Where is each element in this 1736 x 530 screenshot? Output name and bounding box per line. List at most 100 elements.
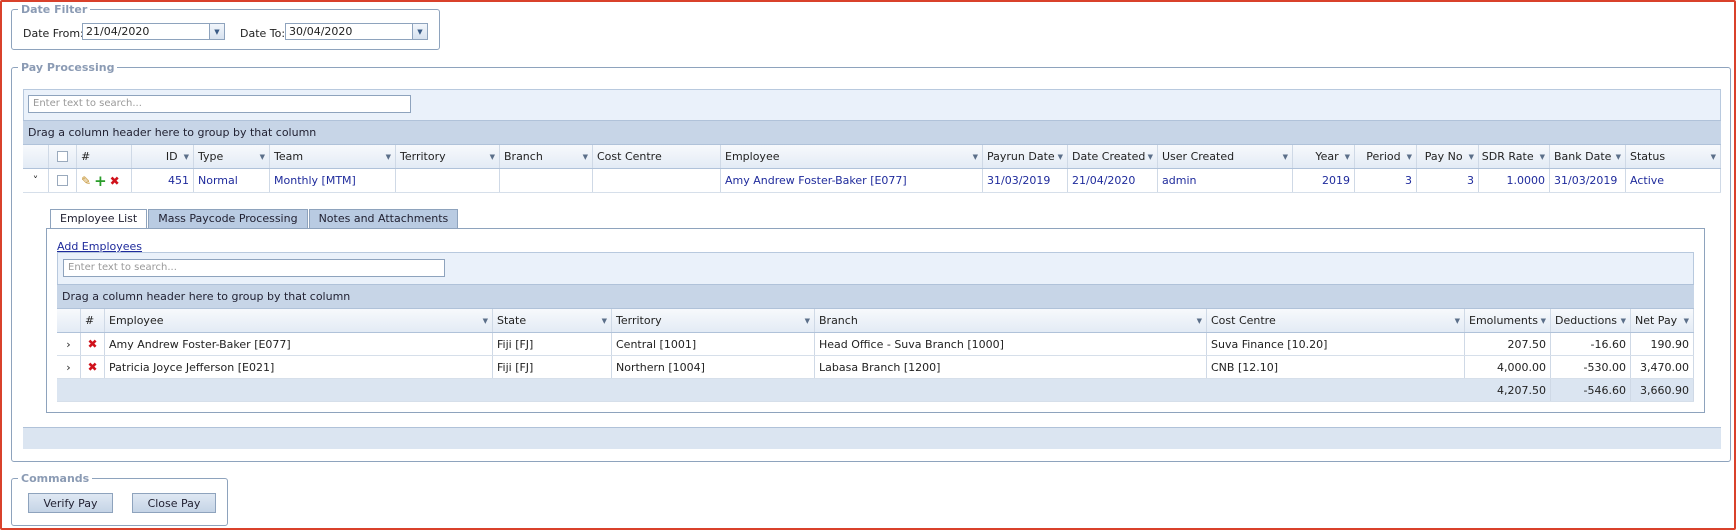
cell-sdr-rate: 1.0000	[1479, 169, 1550, 192]
col-header-bank-date[interactable]: Bank Date ▼	[1550, 145, 1626, 168]
tab-mass-paycode-processing[interactable]: Mass Paycode Processing	[148, 209, 308, 228]
total-emoluments: 4,207.50	[1465, 379, 1551, 401]
col-header-employee[interactable]: Employee ▼	[721, 145, 983, 168]
pay-search-input[interactable]: Enter text to search...	[28, 95, 411, 113]
table-row[interactable]: › ✖ Amy Andrew Foster-Baker [E077] Fiji …	[57, 333, 1694, 356]
expand-col-header	[57, 309, 81, 332]
cell-state: Fiji [FJ]	[493, 356, 612, 378]
chevron-down-icon[interactable]: ˅	[23, 169, 49, 192]
col-header-branch[interactable]: Branch ▼	[500, 145, 593, 168]
detail-tabs: Employee List Mass Paycode Processing No…	[50, 209, 459, 228]
totals-row: 4,207.50 -546.60 3,660.90	[57, 379, 1694, 402]
employee-group-by-bar[interactable]: Drag a column header here to group by th…	[57, 284, 1694, 309]
pay-grid-footer	[23, 427, 1721, 449]
table-row[interactable]: › ✖ Patricia Joyce Jefferson [E021] Fiji…	[57, 356, 1694, 379]
emp-col-header-emoluments[interactable]: Emoluments ▼	[1465, 309, 1551, 332]
cell-type: Normal	[194, 169, 270, 192]
cell-period: 3	[1355, 169, 1417, 192]
filter-icon: ▼	[489, 152, 495, 161]
delete-icon[interactable]: ✖	[110, 174, 120, 188]
col-header-payrun-date[interactable]: Payrun Date ▼	[983, 145, 1068, 168]
cell-employee: Patricia Joyce Jefferson [E021]	[105, 356, 493, 378]
emp-col-header-net-pay[interactable]: Net Pay ▼	[1631, 309, 1694, 332]
date-from-label: Date From:	[23, 27, 84, 40]
col-header-date-created[interactable]: Date Created ▼	[1068, 145, 1158, 168]
totals-spacer	[57, 379, 1465, 401]
cell-date-created: 21/04/2020	[1068, 169, 1158, 192]
filter-icon: ▼	[1282, 152, 1288, 161]
filter-icon: ▼	[1620, 316, 1626, 325]
cell-user-created: admin	[1158, 169, 1293, 192]
cell-deductions: -530.00	[1551, 356, 1631, 378]
commands-legend: Commands	[21, 472, 90, 485]
cell-territory: Northern [1004]	[612, 356, 815, 378]
employee-grid-header: # Employee ▼ State ▼ Territory ▼ Branch ▼ Co…	[57, 309, 1694, 333]
filter-icon: ▼	[1147, 152, 1153, 161]
col-header-hash[interactable]: #	[77, 145, 132, 168]
col-header-territory[interactable]: Territory ▼	[396, 145, 500, 168]
delete-icon[interactable]: ✖	[81, 333, 105, 355]
verify-pay-button[interactable]: Verify Pay	[28, 493, 113, 513]
filter-icon: ▼	[804, 316, 810, 325]
cell-employee: Amy Andrew Foster-Baker [E077]	[105, 333, 493, 355]
filter-icon: ▼	[482, 316, 488, 325]
cell-payrun-date: 31/03/2019	[983, 169, 1068, 192]
cell-state: Fiji [FJ]	[493, 333, 612, 355]
emp-col-header-state[interactable]: State ▼	[493, 309, 612, 332]
table-row[interactable]: ˅ ✎ + ✖ 451 Normal Monthly [MTM] Amy And…	[23, 169, 1721, 193]
col-header-cost-centre[interactable]: Cost Centre	[593, 145, 721, 168]
col-header-year[interactable]: Year ▼	[1293, 145, 1355, 168]
filter-icon: ▼	[972, 152, 978, 161]
filter-icon: ▼	[183, 152, 189, 161]
col-header-user-created[interactable]: User Created ▼	[1158, 145, 1293, 168]
date-to-value: 30/04/2020	[289, 25, 353, 38]
group-by-bar[interactable]: Drag a column header here to group by th…	[23, 120, 1721, 145]
date-to-label: Date To:	[240, 27, 286, 40]
date-to-field[interactable]: 30/04/2020 ▼	[285, 23, 428, 40]
date-from-field[interactable]: 21/04/2020 ▼	[82, 23, 225, 40]
add-icon[interactable]: +	[94, 173, 107, 188]
chevron-down-icon[interactable]: ▼	[412, 24, 427, 39]
col-header-type[interactable]: Type ▼	[194, 145, 270, 168]
col-header-pay-no[interactable]: Pay No ▼	[1417, 145, 1479, 168]
cell-pay-no: 3	[1417, 169, 1479, 192]
col-header-sdr-rate[interactable]: SDR Rate ▼	[1479, 145, 1550, 168]
cell-branch: Head Office - Suva Branch [1000]	[815, 333, 1207, 355]
delete-icon[interactable]: ✖	[81, 356, 105, 378]
chevron-right-icon[interactable]: ›	[57, 333, 81, 355]
filter-icon: ▼	[385, 152, 391, 161]
tab-notes-attachments[interactable]: Notes and Attachments	[308, 209, 459, 228]
col-header-team[interactable]: Team ▼	[270, 145, 396, 168]
emp-col-header-deductions[interactable]: Deductions ▼	[1551, 309, 1631, 332]
col-header-id[interactable]: ID ▼	[132, 145, 194, 168]
cell-emoluments: 207.50	[1465, 333, 1551, 355]
employee-search-input[interactable]: Enter text to search...	[63, 259, 445, 277]
emp-col-header-branch[interactable]: Branch ▼	[815, 309, 1207, 332]
select-all-checkbox[interactable]	[49, 145, 77, 168]
chevron-right-icon[interactable]: ›	[57, 356, 81, 378]
cell-deductions: -16.60	[1551, 333, 1631, 355]
emp-col-header-cost-centre[interactable]: Cost Centre ▼	[1207, 309, 1465, 332]
cell-territory	[396, 169, 500, 192]
emp-col-header-territory[interactable]: Territory ▼	[612, 309, 815, 332]
total-net-pay: 3,660.90	[1631, 379, 1694, 401]
cell-net-pay: 190.90	[1631, 333, 1694, 355]
close-pay-button[interactable]: Close Pay	[132, 493, 216, 513]
date-from-value: 21/04/2020	[86, 25, 150, 38]
cell-cost-centre: CNB [12.10]	[1207, 356, 1465, 378]
col-header-status[interactable]: Status ▼	[1626, 145, 1721, 168]
cell-branch: Labasa Branch [1200]	[815, 356, 1207, 378]
filter-icon: ▼	[1710, 152, 1716, 161]
emp-col-header-hash[interactable]: #	[81, 309, 105, 332]
chevron-down-icon[interactable]: ▼	[209, 24, 224, 39]
filter-icon: ▼	[1615, 152, 1621, 161]
filter-icon: ▼	[1468, 152, 1474, 161]
emp-col-header-employee[interactable]: Employee ▼	[105, 309, 493, 332]
filter-icon: ▼	[1344, 152, 1350, 161]
tab-employee-list[interactable]: Employee List	[50, 209, 148, 228]
col-header-period[interactable]: Period ▼	[1355, 145, 1417, 168]
filter-icon: ▼	[582, 152, 588, 161]
edit-icon[interactable]: ✎	[81, 174, 91, 188]
filter-icon: ▼	[601, 316, 607, 325]
row-checkbox[interactable]	[49, 169, 77, 192]
